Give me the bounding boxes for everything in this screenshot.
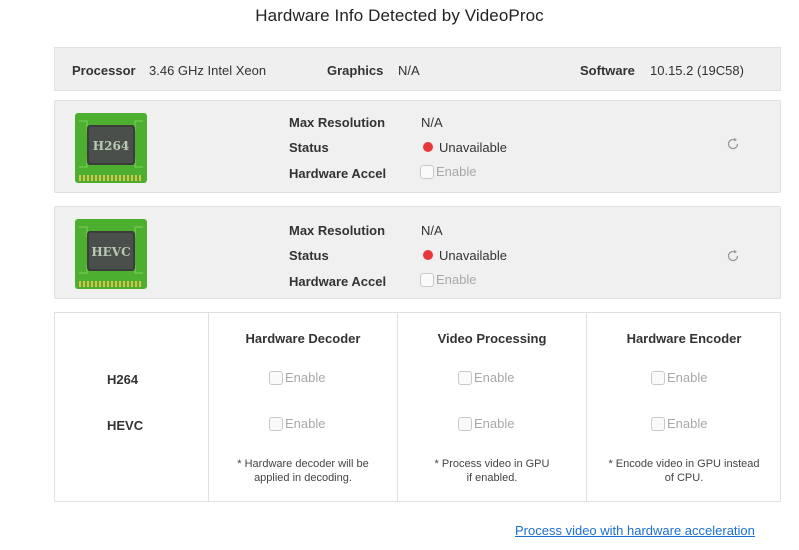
checkbox-icon[interactable] <box>420 272 434 287</box>
checkbox-label: Enable <box>667 370 708 386</box>
encoder-note: * Encode video in GPU instead of CPU. <box>587 457 781 485</box>
column-header-hardware-encoder: Hardware Encoder <box>626 331 742 346</box>
codec-card-hevc: HEVC Max Resolution N/A Status Unavailab… <box>54 206 781 299</box>
h264-decoder-checkbox[interactable]: Enable <box>269 369 325 385</box>
checkbox-icon[interactable] <box>269 416 283 431</box>
chip-icon: H264 <box>75 113 147 183</box>
row-header-hevc: HEVC <box>107 418 144 433</box>
processor-label: Processor <box>72 63 136 78</box>
checkbox-icon[interactable] <box>269 370 283 385</box>
checkbox-label: Enable <box>285 370 326 386</box>
hardware-accel-label: Hardware Accel <box>289 166 387 181</box>
graphics-label: Graphics <box>327 63 384 78</box>
h264-processing-checkbox[interactable]: Enable <box>458 369 514 385</box>
capability-matrix: Hardware Decoder Video Processing Hardwa… <box>54 312 781 502</box>
note-line: * Process video in GPU <box>434 458 550 470</box>
checkbox-label: Enable <box>474 370 515 386</box>
status-value: Unavailable <box>439 248 507 263</box>
status-value: Unavailable <box>439 140 507 155</box>
hardware-accel-checkbox[interactable]: Enable <box>420 163 476 179</box>
status-label: Status <box>289 248 329 263</box>
status-label: Status <box>289 140 329 155</box>
graphics-value: N/A <box>398 63 420 78</box>
hevc-decoder-checkbox[interactable]: Enable <box>269 415 325 431</box>
decoder-note: * Hardware decoder will be applied in de… <box>209 457 397 485</box>
checkbox-icon[interactable] <box>651 416 665 431</box>
checkbox-label: Enable <box>436 272 477 288</box>
checkbox-label: Enable <box>436 164 477 180</box>
h264-encoder-checkbox[interactable]: Enable <box>651 369 707 385</box>
checkbox-icon[interactable] <box>651 370 665 385</box>
note-line: applied in decoding. <box>254 472 352 484</box>
processor-value: 3.46 GHz Intel Xeon <box>149 63 267 78</box>
checkbox-icon[interactable] <box>458 370 472 385</box>
checkbox-icon[interactable] <box>420 164 434 179</box>
note-line: * Hardware decoder will be <box>237 458 369 470</box>
column-header-hardware-decoder: Hardware Decoder <box>245 331 361 346</box>
column-header-video-processing: Video Processing <box>437 331 547 346</box>
checkbox-icon[interactable] <box>458 416 472 431</box>
software-value: 10.15.2 (19C58) <box>650 63 744 78</box>
refresh-icon[interactable] <box>726 249 740 263</box>
chip-label: HEVC <box>91 245 130 259</box>
refresh-icon[interactable] <box>726 137 740 151</box>
row-header-h264: H264 <box>107 372 139 387</box>
hardware-accel-label: Hardware Accel <box>289 274 387 289</box>
status-dot-icon <box>423 250 433 260</box>
chip-icon: HEVC <box>75 219 147 289</box>
chip-label: H264 <box>93 139 129 153</box>
max-resolution-label: Max Resolution <box>289 223 386 238</box>
note-line: if enabled. <box>466 472 518 484</box>
hardware-acceleration-link[interactable]: Process video with hardware acceleration <box>515 523 755 538</box>
max-resolution-value: N/A <box>421 115 443 130</box>
page-title: Hardware Info Detected by VideoProc <box>255 6 544 25</box>
hevc-processing-checkbox[interactable]: Enable <box>458 415 514 431</box>
note-line: * Encode video in GPU instead <box>608 458 760 470</box>
processing-note: * Process video in GPU if enabled. <box>398 457 586 485</box>
hevc-encoder-checkbox[interactable]: Enable <box>651 415 707 431</box>
checkbox-label: Enable <box>474 416 515 432</box>
checkbox-label: Enable <box>667 416 708 432</box>
status-dot-icon <box>423 142 433 152</box>
checkbox-label: Enable <box>285 416 326 432</box>
codec-card-h264: H264 Max Resolution N/A Status Unavailab… <box>54 100 781 193</box>
hardware-summary-bar: Processor 3.46 GHz Intel Xeon Graphics N… <box>54 47 781 91</box>
note-line: of CPU. <box>664 472 704 484</box>
max-resolution-value: N/A <box>421 223 443 238</box>
hardware-accel-checkbox[interactable]: Enable <box>420 271 476 287</box>
software-label: Software <box>580 63 635 78</box>
max-resolution-label: Max Resolution <box>289 115 386 130</box>
